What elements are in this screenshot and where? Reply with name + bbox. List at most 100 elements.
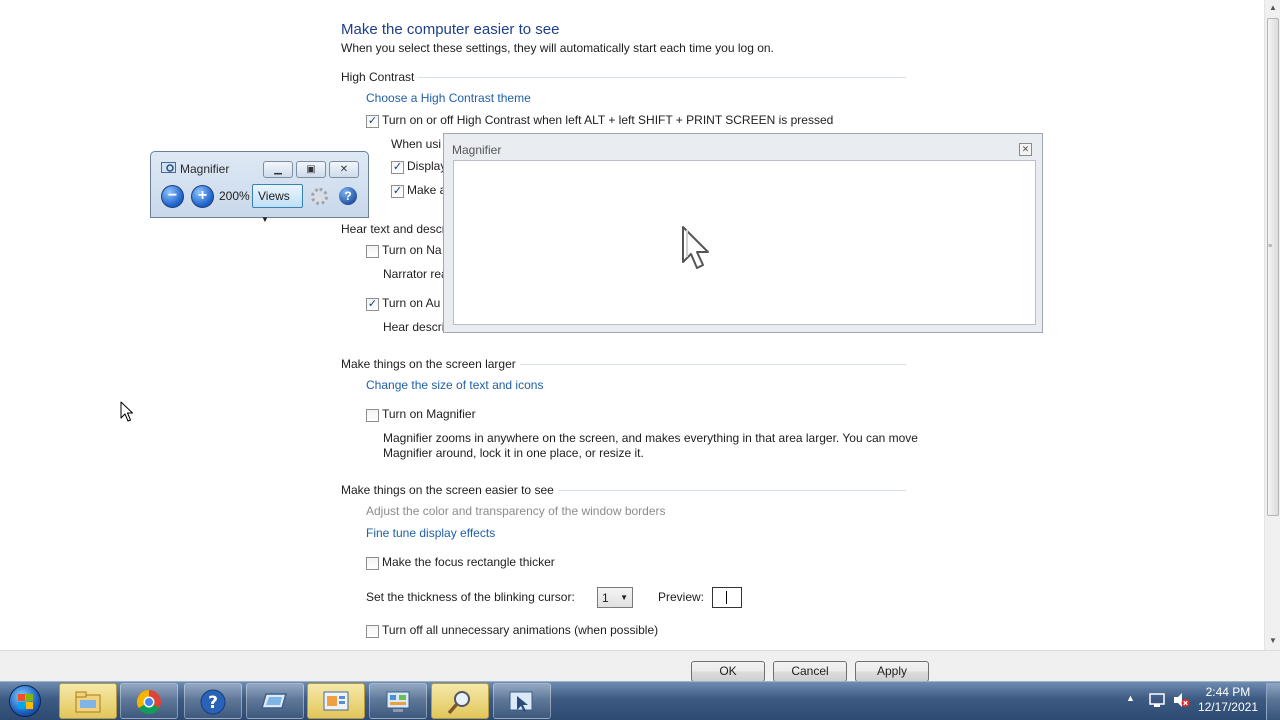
animations-checkbox[interactable] xyxy=(366,625,379,638)
chevron-down-icon: ▼ xyxy=(620,593,628,602)
chrome-icon xyxy=(136,690,161,715)
cancel-button[interactable]: Cancel xyxy=(773,661,847,682)
section-heading: High Contrast xyxy=(341,70,415,84)
checkmark-icon: ✓ xyxy=(392,185,403,197)
cursor-preview-caret xyxy=(726,591,727,604)
scrollbar-thumb[interactable] xyxy=(1267,18,1279,516)
logo-pane xyxy=(26,702,33,709)
ease-of-access-icon xyxy=(509,691,533,712)
section-heading: Hear text and descr xyxy=(341,222,446,236)
zoom-level: 200% xyxy=(219,189,250,203)
volume-muted-icon[interactable] xyxy=(1172,692,1190,708)
zoom-out-button[interactable]: − xyxy=(161,185,184,208)
button-bar xyxy=(0,650,1280,681)
display-label: Display xyxy=(407,159,447,173)
page-title: Make the computer easier to see xyxy=(341,21,560,38)
magnifier-label: Turn on Magnifier xyxy=(382,407,476,421)
section-heading: Make things on the screen larger xyxy=(341,357,516,371)
checkmark-icon: ✓ xyxy=(367,298,378,310)
high-contrast-toggle-label: Turn on or off High Contrast when left A… xyxy=(382,113,834,127)
folder-icon xyxy=(75,691,101,713)
focus-rectangle-checkbox[interactable] xyxy=(366,557,379,570)
narrator-description: Narrator rea xyxy=(383,267,448,281)
plus-icon: + xyxy=(197,187,208,204)
laptop-icon xyxy=(261,693,287,709)
section-hear-text: Hear text and descr xyxy=(341,221,451,237)
taskbar-ease-of-access[interactable] xyxy=(493,683,551,719)
section-easier: Make things on the screen easier to see xyxy=(341,482,906,498)
logo-pane xyxy=(18,702,25,709)
help-icon[interactable]: ? xyxy=(339,187,357,205)
mouse-cursor-icon xyxy=(120,401,133,422)
clock-time: 2:44 PM xyxy=(1205,685,1251,699)
narrator-label: Turn on Na xyxy=(382,243,442,257)
scroll-grip-icon: ≡ xyxy=(1268,243,1273,250)
change-text-size-link[interactable]: Change the size of text and icons xyxy=(366,378,543,392)
scroll-down-arrow-icon[interactable]: ▼ xyxy=(1265,633,1280,649)
magnifier-checkbox[interactable] xyxy=(366,409,379,422)
show-hidden-icons-icon[interactable]: ▲ xyxy=(1126,693,1135,703)
section-divider xyxy=(557,489,906,491)
apply-button[interactable]: Apply xyxy=(855,661,929,682)
views-label: Views xyxy=(258,189,290,203)
help-icon: ? xyxy=(200,689,226,715)
minimize-icon: ▁ xyxy=(274,164,282,175)
display-checkbox[interactable]: ✓ xyxy=(391,161,404,174)
cursor-thickness-dropdown[interactable]: 1 ▼ xyxy=(597,587,633,608)
adjust-window-borders-link[interactable]: Adjust the color and transparency of the… xyxy=(366,504,666,518)
restore-icon: ▣ xyxy=(306,164,316,175)
lens-close-icon[interactable]: ✕ xyxy=(1019,143,1032,156)
views-dropdown-button[interactable]: Views ▼ xyxy=(252,184,303,224)
taskbar-file-explorer[interactable] xyxy=(59,683,117,719)
zoom-in-button[interactable]: + xyxy=(191,185,214,208)
svg-text:?: ? xyxy=(208,693,218,713)
start-button[interactable] xyxy=(3,683,47,719)
maximize-button[interactable]: ▣ xyxy=(296,161,326,178)
focus-rectangle-label: Make the focus rectangle thicker xyxy=(382,555,555,569)
windows-logo-icon xyxy=(9,685,41,717)
show-desktop-button[interactable] xyxy=(1266,683,1280,720)
section-larger: Make things on the screen larger xyxy=(341,356,906,372)
checkmark-icon: ✓ xyxy=(367,115,378,127)
taskbar-chrome[interactable] xyxy=(120,683,178,719)
fine-tune-display-link[interactable]: Fine tune display effects xyxy=(366,526,495,540)
audio-description-label: Turn on Au xyxy=(382,296,441,310)
taskbar-magnifier[interactable] xyxy=(431,683,489,719)
minimize-button[interactable]: ▁ xyxy=(263,161,293,178)
magnifier-toolbar-window: Magnifier ▁ ▣ ✕ − + 200% Views ▼ ? xyxy=(150,151,369,224)
logo-pane xyxy=(18,694,25,701)
close-button[interactable]: ✕ xyxy=(329,161,359,178)
cursor-preview-box xyxy=(712,587,742,608)
clock[interactable]: 2:44 PM 12/17/2021 xyxy=(1198,685,1258,715)
section-divider xyxy=(418,76,906,78)
cursor-thickness-value: 1 xyxy=(602,590,609,605)
chevron-down-icon: ▼ xyxy=(261,215,269,224)
taskbar-laptop[interactable] xyxy=(246,683,304,719)
page-subtitle: When you select these settings, they wil… xyxy=(341,41,774,55)
high-contrast-toggle-checkbox[interactable]: ✓ xyxy=(366,115,379,128)
ok-button[interactable]: OK xyxy=(691,661,765,682)
scroll-up-arrow-icon[interactable]: ▲ xyxy=(1265,0,1280,16)
magnifier-toolbar-title: Magnifier xyxy=(180,162,230,176)
taskbar-control-panel[interactable] xyxy=(369,683,427,719)
close-icon: ✕ xyxy=(339,164,349,175)
cursor-thickness-label: Set the thickness of the blinking cursor… xyxy=(366,590,575,604)
choose-high-contrast-link[interactable]: Choose a High Contrast theme xyxy=(366,91,531,105)
network-icon[interactable] xyxy=(1148,692,1166,708)
control-panel-icon xyxy=(386,691,410,712)
audio-description-text: Hear descri xyxy=(383,320,445,334)
narrator-checkbox[interactable] xyxy=(366,245,379,258)
checkmark-icon: ✓ xyxy=(392,161,403,173)
taskbar-presentation[interactable] xyxy=(307,683,365,719)
magnified-view xyxy=(453,160,1036,325)
minus-icon: − xyxy=(167,187,178,204)
taskbar-help[interactable]: ? xyxy=(184,683,242,719)
section-high-contrast: High Contrast xyxy=(341,69,906,85)
gear-icon[interactable] xyxy=(311,188,328,205)
audio-description-checkbox[interactable]: ✓ xyxy=(366,298,379,311)
section-divider xyxy=(519,363,906,365)
animations-label: Turn off all unnecessary animations (whe… xyxy=(382,623,659,637)
vertical-scrollbar[interactable]: ▲ ≡ ▼ xyxy=(1264,0,1280,650)
make-checkbox[interactable]: ✓ xyxy=(391,185,404,198)
logo-pane xyxy=(26,694,33,701)
